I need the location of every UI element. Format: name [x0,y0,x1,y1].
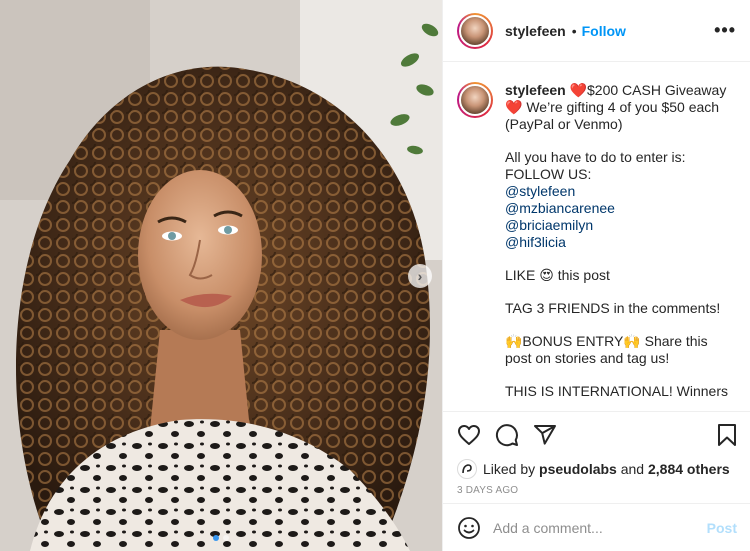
post-actions-section: Liked by pseudolabs and 2,884 others 3 D… [443,411,750,496]
liker-logo-icon [462,464,472,474]
comment-bar: Post [443,503,750,551]
comment-icon[interactable] [495,423,519,447]
caption-tag-line: TAG 3 FRIENDS in the comments! [505,300,721,316]
comment-input[interactable] [493,519,707,536]
carousel-dot [213,535,219,541]
caption-avatar[interactable] [457,82,493,118]
emoji-icon[interactable] [457,516,481,540]
post-comment-button[interactable]: Post [707,520,737,536]
header-username[interactable]: stylefeen [505,23,566,39]
avatar-image [459,14,491,47]
bookmark-icon[interactable] [715,423,739,447]
portrait-illustration [0,0,442,551]
share-icon[interactable] [533,423,557,447]
post-header: stylefeen • Follow ••• [443,0,750,62]
caption-line-2: All you have to do to enter is: [505,149,686,165]
caption-bonus-line: 🙌BONUS ENTRY🙌 Share this post on stories… [505,333,708,366]
caption-username[interactable]: stylefeen [505,82,566,98]
mention-link[interactable]: @briciaemilyn [505,217,735,234]
caption-fade [443,401,750,411]
caption-text: stylefeen ❤️$200 CASH Giveaway ❤️ We’re … [505,82,735,411]
more-options-icon[interactable]: ••• [714,20,736,41]
follow-button[interactable]: Follow [582,23,626,39]
caption-like-line: LIKE 😍 this post [505,267,610,283]
post-side-panel: stylefeen • Follow ••• stylefeen ❤️$200 … [442,0,750,551]
mention-link[interactable]: @hif3licia [505,234,735,251]
carousel-dot [223,535,229,541]
caption-section: stylefeen ❤️$200 CASH Giveaway ❤️ We’re … [443,62,750,411]
mention-link[interactable]: @stylefeen [505,183,735,200]
liker-username[interactable]: pseudolabs [539,461,617,477]
caption-follow-us: FOLLOW US: [505,166,592,182]
avatar[interactable] [457,12,493,49]
likes-summary: Liked by pseudolabs and 2,884 others [443,459,750,479]
mention-link[interactable]: @mzbiancarenee [505,200,735,217]
carousel-dots [213,535,229,541]
likes-middle: and [620,461,645,477]
likes-prefix: Liked by [483,461,536,477]
avatar-image [459,84,491,116]
heart-icon[interactable] [457,423,481,447]
post-timestamp[interactable]: 3 DAYS AGO [443,485,750,496]
liker-avatar[interactable] [457,459,477,479]
header-separator: • [571,22,577,39]
post-photo[interactable]: › [0,0,442,551]
next-photo-arrow[interactable]: › [408,264,432,288]
action-bar [443,412,750,458]
likes-others-link[interactable]: 2,884 others [648,461,730,477]
